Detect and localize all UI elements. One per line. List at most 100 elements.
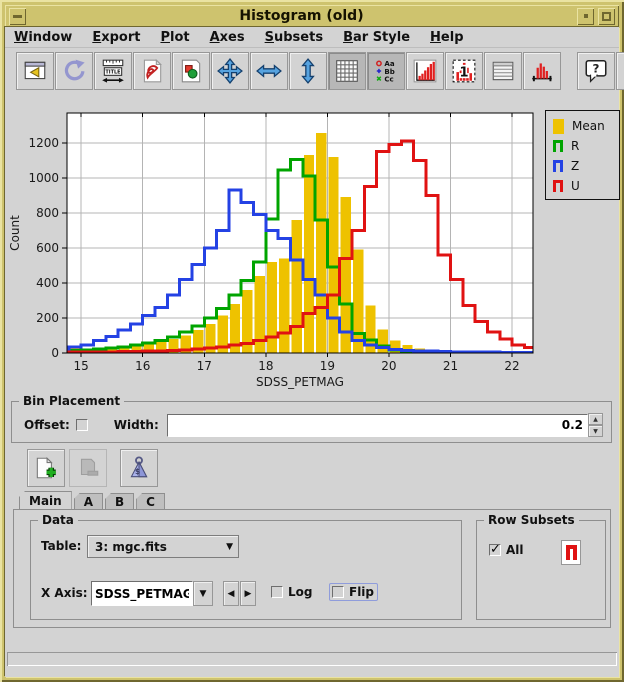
add-dataset-button[interactable]: [27, 449, 65, 487]
rescale-x-button[interactable]: [250, 52, 288, 90]
menu-window[interactable]: Window: [5, 30, 83, 45]
add-page-icon: [33, 455, 59, 481]
menu-subsets[interactable]: Subsets: [256, 30, 334, 45]
stacked-toggle-button[interactable]: [484, 52, 522, 90]
xaxis-label: X Axis:: [41, 586, 88, 600]
export-window-button[interactable]: [16, 52, 54, 90]
window-menu-icon: [13, 15, 22, 18]
flip-checkbox-row: Flip: [329, 583, 378, 601]
weighted-toggle-button[interactable]: 1: [445, 52, 483, 90]
plot-legend: Mean R Z U: [545, 110, 620, 200]
export-pdf-button[interactable]: [133, 52, 171, 90]
legend-label: R: [571, 139, 579, 153]
remove-page-icon: [75, 455, 101, 481]
svg-text:$: $: [135, 467, 140, 476]
histogram-svg[interactable]: 1516171819202122020040060080010001200Cou…: [5, 93, 619, 399]
zero-line-toggle-button[interactable]: [523, 52, 561, 90]
subset-style-button[interactable]: [561, 540, 581, 565]
width-input[interactable]: [167, 414, 588, 437]
help-button[interactable]: ?: [577, 52, 615, 90]
tab-b[interactable]: B: [105, 493, 134, 509]
remove-dataset-button[interactable]: [69, 449, 107, 487]
legend-item-z: Z: [553, 156, 616, 176]
offset-label: Offset:: [24, 418, 70, 432]
svg-text:600: 600: [36, 241, 59, 255]
xaxis-dropdown-button[interactable]: ▼: [193, 581, 213, 606]
all-subset-checkbox[interactable]: [489, 544, 501, 556]
histogram-baseline-icon: [529, 58, 555, 84]
legend-label: Z: [571, 159, 579, 173]
menu-bar: Window Export Plot Axes Subsets Bar Styl…: [5, 27, 619, 48]
table-select[interactable]: 3: mgc.fits ▼: [87, 535, 239, 558]
svg-text:0: 0: [51, 346, 59, 360]
bin-placement-group: Bin Placement Offset: Width: ▲ ▼: [11, 401, 612, 443]
legend-text-icon: AaBbCc: [373, 58, 399, 84]
image-icon: [178, 58, 204, 84]
svg-text:200: 200: [36, 311, 59, 325]
focus-ring: Flip: [329, 583, 378, 601]
status-bar: [7, 652, 617, 666]
mean-swatch-icon: [553, 119, 564, 134]
spinner-up-button[interactable]: ▲: [588, 413, 603, 425]
legend-label: Mean: [572, 119, 605, 133]
replot-button[interactable]: [55, 52, 93, 90]
data-group: Data Table: 3: mgc.fits ▼ X Axis: ▼ ◀ ▶ …: [30, 520, 462, 620]
menu-help[interactable]: Help: [421, 30, 474, 45]
u-swatch-icon: [553, 180, 563, 192]
horizontal-arrow-icon: [256, 58, 282, 84]
log-checkbox[interactable]: [271, 586, 283, 598]
cumulative-toggle-button[interactable]: [406, 52, 444, 90]
rescale-button[interactable]: [211, 52, 249, 90]
offset-checkbox[interactable]: [76, 419, 88, 431]
export-window-icon: [22, 58, 48, 84]
legend-toggle-button[interactable]: AaBbCc: [367, 52, 405, 90]
menu-export[interactable]: Export: [83, 30, 151, 45]
xaxis-input[interactable]: [91, 581, 193, 606]
histogram-plot: 1516171819202122020040060080010001200Cou…: [5, 93, 619, 399]
chevron-down-icon: ▼: [200, 589, 207, 599]
flip-checkbox[interactable]: [332, 586, 344, 598]
svg-text:Count: Count: [8, 215, 22, 251]
width-label: Width:: [114, 418, 159, 432]
svg-text:Cc: Cc: [384, 75, 393, 84]
close-button[interactable]: [616, 52, 624, 90]
prev-column-button[interactable]: ◀: [223, 581, 239, 606]
bin-placement-title: Bin Placement: [19, 394, 124, 409]
export-image-button[interactable]: [172, 52, 210, 90]
spinner-down-button[interactable]: ▼: [588, 425, 603, 437]
grid-toggle-button[interactable]: [328, 52, 366, 90]
menu-bar-style[interactable]: Bar Style: [334, 30, 421, 45]
weight-counts-button[interactable]: $: [120, 449, 158, 487]
window-menu-button[interactable]: [9, 8, 26, 25]
tab-a[interactable]: A: [74, 493, 103, 509]
svg-text:17: 17: [197, 359, 212, 373]
row-subsets-group: Row Subsets All: [476, 520, 606, 620]
svg-text:400: 400: [36, 276, 59, 290]
svg-text:20: 20: [381, 359, 396, 373]
tab-main[interactable]: Main: [19, 491, 72, 509]
z-swatch-icon: [553, 160, 563, 172]
all-subset-label: All: [506, 543, 524, 557]
style-tabs: Main A B C: [19, 491, 167, 509]
toolbar: TITLE AaBbCc: [5, 49, 619, 93]
svg-text:TITLE: TITLE: [105, 69, 121, 75]
next-column-button[interactable]: ▶: [240, 581, 256, 606]
rescale-y-button[interactable]: [289, 52, 327, 90]
maximize-button[interactable]: [598, 8, 615, 25]
chevron-left-icon: ◀: [228, 589, 235, 599]
axis-labels-button[interactable]: TITLE: [94, 52, 132, 90]
window-title: Histogram (old): [28, 8, 575, 24]
dataset-buttons: $: [27, 449, 162, 487]
log-checkbox-row: Log: [271, 585, 312, 599]
menu-plot[interactable]: Plot: [151, 30, 200, 45]
vertical-arrow-icon: [295, 58, 321, 84]
legend-label: U: [571, 179, 580, 193]
main-tab-panel: Data Table: 3: mgc.fits ▼ X Axis: ▼ ◀ ▶ …: [13, 509, 611, 628]
svg-text:1200: 1200: [28, 136, 59, 150]
iconify-button[interactable]: [577, 8, 594, 25]
legend-item-mean: Mean: [553, 116, 616, 136]
table-select-value: 3: mgc.fits: [88, 540, 167, 554]
svg-text:1: 1: [459, 65, 468, 80]
menu-axes[interactable]: Axes: [201, 30, 256, 45]
tab-c[interactable]: C: [136, 493, 165, 509]
